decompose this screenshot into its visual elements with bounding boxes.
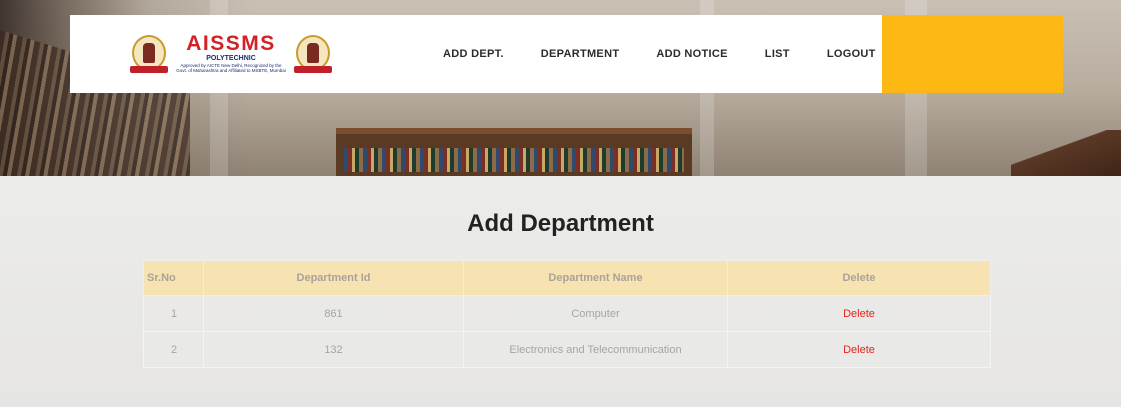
table-row: 1 861 Computer Delete (143, 295, 991, 332)
department-table: Sr.No Department Id Department Name Dele… (143, 260, 991, 368)
shivaji-emblem-icon (130, 35, 168, 73)
cell-sr-no: 2 (143, 331, 204, 368)
nav-logout[interactable]: LOGOUT (827, 48, 876, 60)
nav-links: ADD DEPT. DEPARTMENT ADD NOTICE LIST LOG… (443, 15, 913, 93)
brand-name: AISSMS (186, 32, 276, 55)
table-row: 2 132 Electronics and Telecommunication … (143, 331, 991, 368)
nav-department[interactable]: DEPARTMENT (541, 48, 620, 60)
nav-accent-block (882, 15, 1063, 93)
header-department-name: Department Name (463, 260, 728, 296)
cell-department-name: Electronics and Telecommunication (463, 331, 728, 368)
cell-department-id: 132 (203, 331, 464, 368)
cell-delete: Delete (727, 331, 991, 368)
brand-tagline-2: Govt. of Maharashtra and Affiliated to M… (176, 68, 286, 73)
cell-sr-no: 1 (143, 295, 204, 332)
page-title: Add Department (467, 210, 654, 237)
logo-text: AISSMS POLYTECHNIC Approved by AICTE New… (172, 32, 290, 74)
brand-subtitle: POLYTECHNIC (206, 55, 256, 62)
delete-link[interactable]: Delete (843, 308, 875, 320)
cell-delete: Delete (727, 295, 991, 332)
cell-department-id: 861 (203, 295, 464, 332)
nav-add-dept[interactable]: ADD DEPT. (443, 48, 504, 60)
cell-department-name: Computer (463, 295, 728, 332)
bookcase (336, 128, 692, 176)
main-content: Add Department Sr.No Department Id Depar… (0, 176, 1121, 407)
header-delete: Delete (727, 260, 991, 296)
nav-list[interactable]: LIST (765, 48, 790, 60)
statue-emblem-icon (294, 35, 332, 73)
header-sr-no: Sr.No (143, 260, 204, 296)
table-header-row: Sr.No Department Id Department Name Dele… (143, 260, 991, 296)
delete-link[interactable]: Delete (843, 344, 875, 356)
nav-add-notice[interactable]: ADD NOTICE (656, 48, 727, 60)
header-department-id: Department Id (203, 260, 464, 296)
library-shelf-right (1011, 130, 1121, 176)
brand-logo[interactable]: AISSMS POLYTECHNIC Approved by AICTE New… (130, 27, 342, 79)
navbar: AISSMS POLYTECHNIC Approved by AICTE New… (70, 15, 1063, 93)
